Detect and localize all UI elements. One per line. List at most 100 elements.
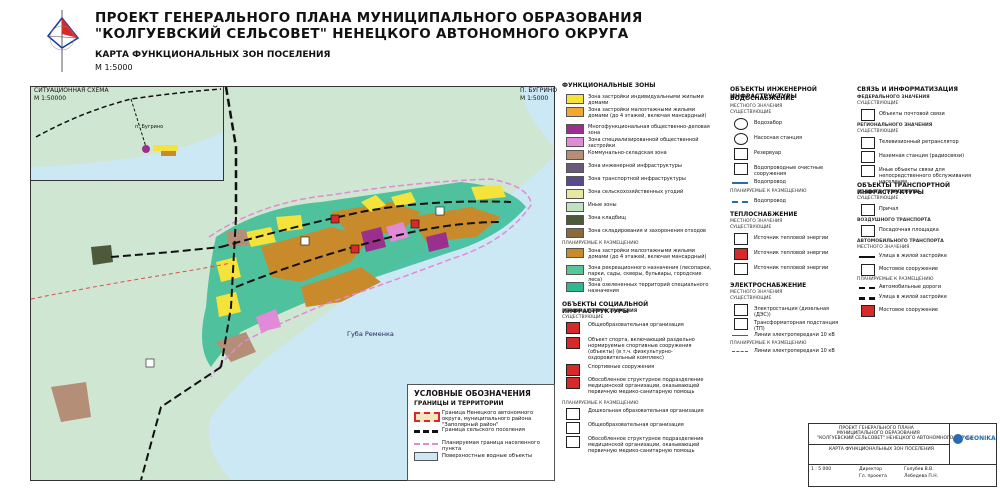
legend-item-3: Поверхностные водные объекты bbox=[442, 453, 533, 459]
street-line bbox=[859, 256, 875, 258]
transport-label: Улица в жилой застройке bbox=[879, 253, 947, 259]
title-block: ПРОЕКТ ГЕНЕРАЛЬНОГО ПЛАНА МУНИЦИПАЛЬНОГО… bbox=[808, 423, 997, 487]
zone-swatch bbox=[566, 163, 584, 173]
comms-title: СВЯЗЬ И ИНФОРМАТИЗАЦИЯ bbox=[857, 86, 958, 93]
transport-label: Улица в жилой застройке bbox=[879, 294, 947, 300]
power-label: Линии электропередачи 10 кВ bbox=[754, 332, 835, 338]
engineering-legend: ОБЪЕКТЫ ИНЖЕНЕРНОЙ ИНФРАСТРУКТУРЫ ВОДОСН… bbox=[730, 86, 840, 406]
okrug-boundary-swatch bbox=[414, 412, 440, 422]
social-icon bbox=[566, 377, 580, 389]
power-existing: СУЩЕСТВУЮЩИЕ bbox=[730, 296, 772, 301]
comms-federal: ФЕДЕРАЛЬНОГО ЗНАЧЕНИЯ bbox=[857, 95, 930, 100]
water-pipe-planned-line bbox=[732, 201, 748, 203]
comms-icon bbox=[861, 151, 875, 163]
page-title-line1: ПРОЕКТ ГЕНЕРАЛЬНОГО ПЛАНА МУНИЦИПАЛЬНОГО… bbox=[95, 10, 643, 26]
transport-label: Автомобильные дороги bbox=[879, 284, 942, 290]
water-swatch bbox=[414, 452, 438, 461]
power-planned-line bbox=[732, 351, 748, 352]
heat-label: Источник тепловой энергии bbox=[754, 250, 829, 256]
zone-swatch bbox=[566, 189, 584, 199]
stamp-role2: Гл. проекта bbox=[859, 474, 887, 479]
zone-swatch bbox=[566, 176, 584, 186]
zone-label: Зона транспортной инфраструктуры bbox=[588, 176, 686, 182]
power-local: МЕСТНОГО ЗНАЧЕНИЯ bbox=[730, 290, 783, 295]
zone-label: Зона специализированной общественной зас… bbox=[588, 137, 699, 149]
inset-scale: М 1:50000 bbox=[34, 95, 67, 102]
heat-icon bbox=[734, 233, 748, 245]
planned-zone-label: Зона рекреационного назначения (лесопарк… bbox=[588, 265, 712, 283]
social-planned-icon bbox=[566, 408, 580, 420]
social-existing: СУЩЕСТВУЮЩИЕ bbox=[562, 315, 604, 320]
stamp-role1: Директор bbox=[859, 467, 883, 472]
social-planned-icon bbox=[566, 422, 580, 434]
heat-title: ТЕПЛОСНАБЖЕНИЕ bbox=[730, 211, 798, 218]
water-planned: ПЛАНИРУЕМЫЕ К РАЗМЕЩЕНИЮ bbox=[730, 189, 807, 194]
social-planned-label: Дошкольная образовательная организация bbox=[588, 408, 704, 414]
zone-label: Иные зоны bbox=[588, 202, 617, 208]
stamp-scale: 1 : 5 000 bbox=[811, 467, 832, 472]
water-icon bbox=[734, 118, 748, 130]
helipad-icon bbox=[861, 225, 875, 237]
heat-local: МЕСТНОГО ЗНАЧЕНИЯ bbox=[730, 219, 783, 224]
social-planned-label: Общеобразовательная организация bbox=[588, 422, 684, 428]
transport-label: Причал bbox=[879, 206, 899, 212]
comms-label: Объекты почтовой связи bbox=[879, 111, 945, 117]
water-label: Водопровод bbox=[754, 179, 786, 185]
logo: GEONIKA bbox=[949, 424, 997, 464]
zone-label: Зона застройки малоэтажными жилыми домам… bbox=[588, 107, 707, 119]
zone-swatch bbox=[566, 137, 584, 147]
power-icon bbox=[734, 318, 748, 330]
transport-label: Посадочная площадка bbox=[879, 227, 939, 233]
heat-icon bbox=[734, 263, 748, 275]
zones-title: ФУНКЦИОНАЛЬНЫЕ ЗОНЫ bbox=[562, 82, 656, 89]
water-icon bbox=[734, 133, 748, 145]
heat-icon bbox=[734, 248, 748, 260]
social-icon bbox=[566, 337, 580, 349]
legend-title: УСЛОВНЫЕ ОБОЗНАЧЕНИЯ bbox=[414, 389, 531, 398]
water-local: МЕСТНОГО ЗНАЧЕНИЯ bbox=[730, 104, 783, 109]
auto-transport: АВТОМОБИЛЬНОГО ТРАНСПОРТА bbox=[857, 239, 944, 244]
inset-title: СИТУАЦИОННАЯ СХЕМА bbox=[34, 87, 109, 94]
zone-swatch bbox=[566, 150, 584, 160]
water-label: Водопроводные очистные сооружения bbox=[754, 165, 824, 177]
power-title: ЭЛЕКТРОСНАБЖЕНИЕ bbox=[730, 282, 807, 289]
social-planned-icon bbox=[566, 436, 580, 448]
social-icon bbox=[566, 364, 580, 376]
zone-label: Коммунально-складская зона bbox=[588, 150, 667, 156]
water-title: ВОДОСНАБЖЕНИЕ bbox=[730, 95, 795, 102]
zone-swatch bbox=[566, 107, 584, 117]
road-planned-line bbox=[859, 287, 875, 289]
bridge-icon bbox=[861, 264, 875, 276]
social-planned-label: Обособленное структурное подразделение м… bbox=[588, 436, 704, 454]
power-label: Линии электропередачи 10 кВ bbox=[754, 348, 835, 354]
transport-planned: ПЛАНИРУЕМЫЕ К РАЗМЕЩЕНИЮ bbox=[857, 277, 934, 282]
zone-label: Многофункциональная общественно-деловая … bbox=[588, 124, 710, 136]
zone-label: Зона кладбищ bbox=[588, 215, 626, 221]
social-planned-title: ПЛАНИРУЕМЫЕ К РАЗМЕЩЕНИЮ bbox=[562, 401, 639, 406]
bay-label: Губа Ременка bbox=[347, 330, 394, 338]
transport-label: Мостовое сооружение bbox=[879, 266, 938, 272]
air-transport: ВОЗДУШНОГО ТРАНСПОРТА bbox=[857, 218, 931, 223]
legend-item-1: Граница сельского поселения bbox=[442, 427, 525, 433]
planned-zone-label: Зона застройки малоэтажными жилыми домам… bbox=[588, 248, 707, 260]
zone-label: Зона застройки индивидуальными жилыми до… bbox=[588, 94, 704, 106]
comms-legend: СВЯЗЬ И ИНФОРМАТИЗАЦИЯ ФЕДЕРАЛЬНОГО ЗНАЧ… bbox=[857, 86, 995, 386]
legend-subtitle: ГРАНИЦЫ И ТЕРРИТОРИИ bbox=[414, 400, 504, 407]
village-scale: М 1:5000 bbox=[520, 95, 549, 102]
power-icon bbox=[734, 304, 748, 316]
zone-swatch bbox=[566, 94, 584, 104]
planned-zone-swatch bbox=[566, 248, 584, 258]
legend-item-0: Граница Ненецкого автономного округа, му… bbox=[442, 410, 534, 428]
water-label: Насосная станция bbox=[754, 135, 802, 141]
heat-existing: СУЩЕСТВУЮЩИЕ bbox=[730, 225, 772, 230]
stamp-name2: Лебедева П.Н. bbox=[904, 474, 939, 479]
legend-item-2: Планируемая граница населенного пункта bbox=[442, 440, 540, 452]
heat-label: Источник тепловой энергии bbox=[754, 265, 829, 271]
map-name: КАРТА ФУНКЦИОНАЛЬНЫХ ЗОН ПОСЕЛЕНИЯ bbox=[95, 50, 331, 60]
stamp-sheet: КАРТА ФУНКЦИОНАЛЬНЫХ ЗОН ПОСЕЛЕНИЯ bbox=[829, 447, 934, 452]
power-planned: ПЛАНИРУЕМЫЕ К РАЗМЕЩЕНИЮ bbox=[730, 341, 807, 346]
village-title: П. БУГРИНО bbox=[520, 87, 558, 94]
water-icon bbox=[734, 148, 748, 160]
boundary-legend: УСЛОВНЫЕ ОБОЗНАЧЕНИЯ ГРАНИЦЫ И ТЕРРИТОРИ… bbox=[407, 384, 555, 481]
planned-zone-label: Зона озелененных территорий специального… bbox=[588, 282, 709, 294]
